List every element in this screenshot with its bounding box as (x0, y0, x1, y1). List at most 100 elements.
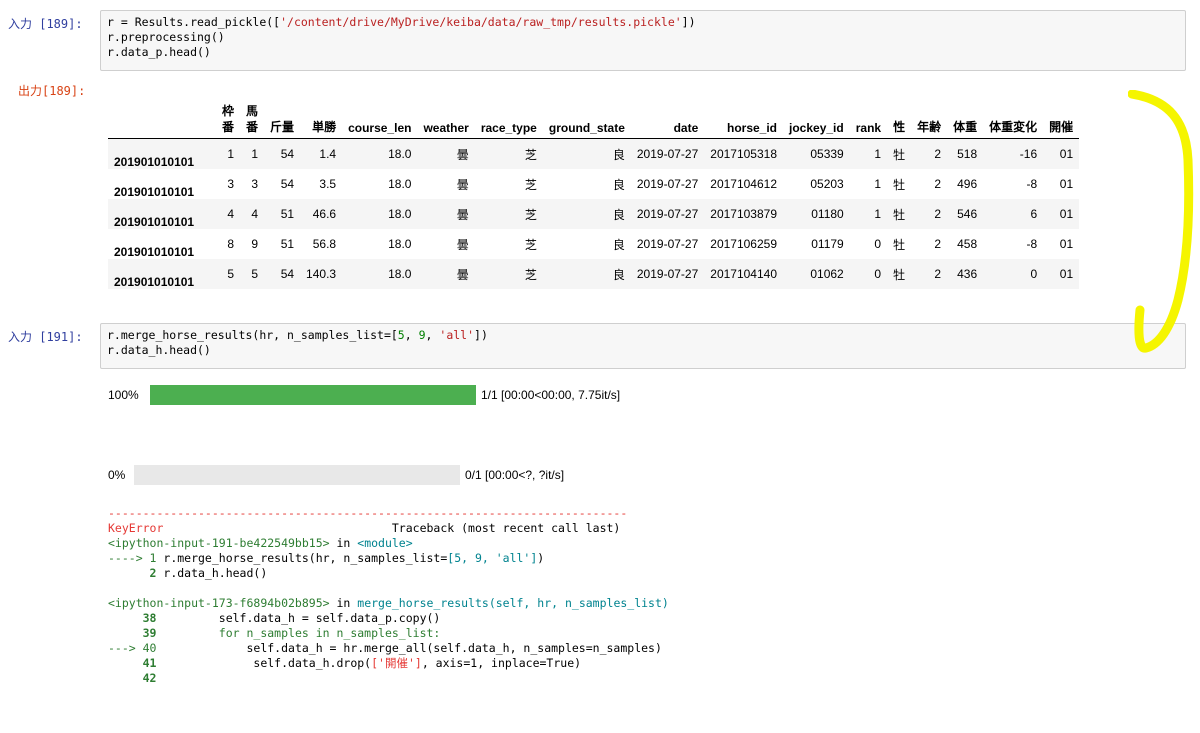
table-cell: 496 (957, 177, 978, 191)
col-header-uma: 馬番 (246, 104, 259, 134)
row-index: 201901010101 (114, 275, 195, 289)
traceback-header: Traceback (most recent call last) (391, 521, 621, 535)
trace-code: , axis=1, inplace=True) (421, 656, 582, 670)
trace-code: [5, 9, 'all'] (447, 551, 538, 565)
highlight-stroke (1128, 90, 1194, 353)
table-cell: 3 (227, 177, 235, 191)
trace-code: r.data_h.head() (163, 566, 268, 580)
table-cell: 牡 (893, 267, 906, 282)
table-cell: 牡 (893, 237, 906, 252)
table-cell: 芝 (524, 267, 537, 282)
col-header: 性 (893, 120, 906, 134)
table-cell: 芝 (524, 207, 537, 222)
progress-bar (150, 385, 476, 405)
traceback-divider: ----------------------------------------… (108, 506, 628, 520)
code-line-1: r.merge_horse_results(hr, n_samples_list… (107, 328, 398, 342)
table-cell: 良 (612, 237, 625, 252)
col-header: 年齢 (917, 120, 942, 134)
col-header: jockey_id (789, 121, 844, 135)
col-header: horse_id (727, 121, 778, 135)
frame-in: in (329, 536, 358, 550)
progress-status: 0/1 [00:00<?, ?it/s] (465, 468, 565, 482)
progress-bar (134, 465, 460, 485)
table-cell: 曇 (456, 177, 469, 192)
table-row: 201901010101 1 1 54 1.4 18.0 曇 芝 良 2019-07-27 2017… (108, 138, 1080, 169)
table-cell: 6 (1030, 207, 1038, 221)
code-line-1-end: ]) (474, 328, 488, 342)
frame-in: in (329, 596, 358, 610)
table-cell: 良 (612, 207, 625, 222)
progress-percent: 0% (108, 468, 126, 482)
col-header: weather (423, 121, 469, 135)
table-cell: 2019-07-27 (636, 267, 699, 281)
row-index: 201901010101 (114, 245, 195, 259)
table-cell: 546 (957, 207, 978, 221)
table-cell: 曇 (456, 237, 469, 252)
table-cell: 54 (280, 267, 295, 281)
table-cell: 芝 (524, 237, 537, 252)
code-editor[interactable]: r = Results.read_pickle(['/content/drive… (101, 11, 1185, 64)
arrow-marker: ----> 1 (108, 551, 164, 565)
table-cell: 436 (957, 267, 978, 281)
table-cell: 2019-07-27 (636, 207, 699, 221)
progress-row-2: 0% 0/1 [00:00<?, ?it/s] (108, 465, 564, 485)
table-cell: -8 (1026, 177, 1038, 191)
table-cell: 3 (251, 177, 259, 191)
table-cell: 18.0 (388, 237, 412, 251)
code-number: 5 (397, 328, 405, 342)
trace-code: ) (537, 551, 545, 565)
table-cell: 18.0 (388, 267, 412, 281)
progress-status: 1/1 [00:00<00:00, 7.75it/s] (481, 388, 621, 402)
row-index: 201901010101 (114, 215, 195, 229)
table-cell: 曇 (456, 267, 469, 282)
code-cell-189[interactable]: r = Results.read_pickle(['/content/drive… (100, 10, 1186, 71)
table-cell: 牡 (893, 177, 906, 192)
table-cell: 曇 (456, 207, 469, 222)
code-cell-191[interactable]: r.merge_horse_results(hr, n_samples_list… (100, 323, 1186, 369)
table-cell: -8 (1026, 237, 1038, 251)
table-cell: 2019-07-27 (636, 177, 699, 191)
table-cell: 2 (934, 267, 942, 281)
frame-func: <module> (357, 536, 413, 550)
row-index: 201901010101 (114, 155, 195, 169)
code-editor[interactable]: r.merge_horse_results(hr, n_samples_list… (101, 324, 1185, 362)
error-name: KeyError (108, 521, 164, 535)
table-cell: 01 (1059, 207, 1074, 221)
code-sep: , (404, 328, 419, 342)
line-number: 39 (108, 626, 164, 640)
table-cell: 1 (874, 147, 882, 161)
table-cell: 518 (957, 147, 978, 161)
table-cell: 3.5 (319, 177, 337, 191)
table-cell: 2019-07-27 (636, 237, 699, 251)
table-cell: 曇 (456, 147, 469, 162)
table-cell: 1 (251, 147, 259, 161)
col-header: race_type (480, 121, 537, 135)
table-cell: 芝 (524, 177, 537, 192)
table-cell: 2017105318 (710, 147, 778, 161)
table-cell: 2017104612 (710, 177, 778, 191)
progress-percent: 100% (108, 388, 139, 402)
code-sep: , (425, 328, 440, 342)
table-row: 201901010101 5 5 54 140.3 18.0 曇芝良 2019-07-27 20… (108, 259, 1080, 289)
table-cell: 01062 (810, 267, 844, 281)
progress-fill (150, 385, 476, 405)
table-cell: 56.8 (312, 237, 337, 251)
trace-code: self.data_h = hr.merge_all(self.data_h, … (163, 641, 662, 655)
table-cell: 51 (280, 237, 295, 251)
table-cell: 1 (874, 207, 882, 221)
table-cell: 5 (227, 267, 235, 281)
col-header: 体重 (953, 120, 978, 134)
table-cell: 01 (1059, 147, 1074, 161)
table-cell: 4 (251, 207, 259, 221)
table-cell: 01 (1059, 177, 1074, 191)
table-cell: 0 (874, 267, 882, 281)
table-cell: 46.6 (312, 207, 337, 221)
table-cell: 01 (1059, 237, 1074, 251)
col-header: 単勝 (312, 120, 337, 134)
table-cell: 2 (934, 147, 942, 161)
code-line-3: r.data_p.head() (107, 45, 211, 59)
code-line-1: r = Results.read_pickle([ (107, 15, 281, 29)
frame-file: <ipython-input-191-be422549bb15> (108, 536, 330, 550)
code-line-2: r.preprocessing() (107, 30, 225, 44)
index-header (108, 100, 216, 139)
